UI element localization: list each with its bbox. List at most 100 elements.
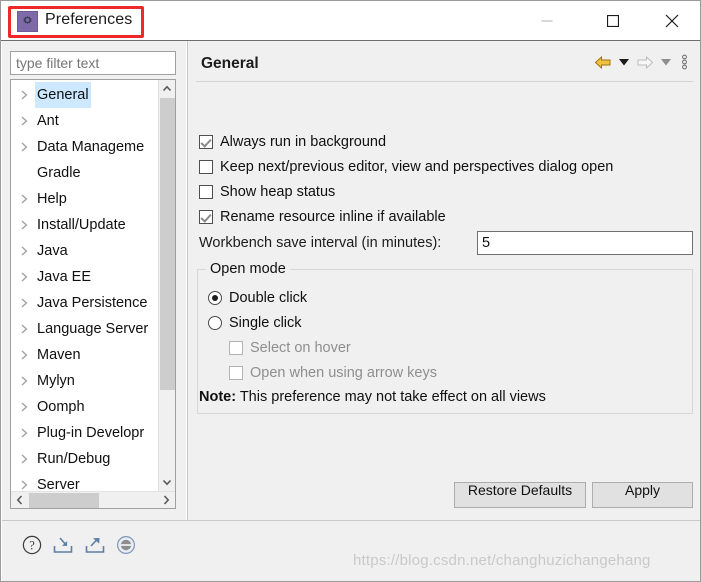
tree-item-label: Java Persistence bbox=[37, 295, 148, 311]
tree-item-language-server[interactable]: Language Server bbox=[11, 316, 157, 342]
chevron-right-icon[interactable] bbox=[20, 220, 29, 230]
scroll-left-button[interactable] bbox=[11, 492, 28, 508]
tree-item-label: Gradle bbox=[37, 165, 81, 181]
tree-vertical-scroll-thumb[interactable] bbox=[160, 98, 175, 390]
chevron-down-icon bbox=[162, 479, 172, 486]
checkbox-always-run-in-background[interactable]: Always run in background bbox=[199, 131, 386, 153]
tree-item-oomph[interactable]: Oomph bbox=[11, 394, 157, 420]
view-menu-button[interactable] bbox=[676, 51, 692, 73]
tree-horizontal-scroll-thumb[interactable] bbox=[29, 493, 99, 508]
save-interval-text: Workbench save interval (in minutes): bbox=[199, 235, 442, 251]
checkbox-box bbox=[199, 160, 213, 174]
tree-item-java-ee[interactable]: Java EE bbox=[11, 264, 157, 290]
close-button[interactable] bbox=[649, 1, 695, 40]
preference-tree[interactable]: General Ant Data Manageme Gradle Help Install… bbox=[10, 79, 176, 509]
preference-page-panel: General Always run in background Keep ne… bbox=[187, 41, 700, 520]
restore-defaults-button[interactable]: Restore Defaults bbox=[454, 482, 586, 508]
forward-history-dropdown[interactable] bbox=[658, 51, 674, 73]
chevron-right-icon[interactable] bbox=[20, 324, 29, 334]
svg-text:?: ? bbox=[29, 539, 35, 553]
checkbox-select-on-hover: Select on hover bbox=[229, 337, 351, 359]
chevron-right-icon[interactable] bbox=[20, 480, 29, 490]
apply-button[interactable]: Apply bbox=[592, 482, 693, 508]
forward-button[interactable] bbox=[634, 51, 656, 73]
dialog-footer: ? Apply and Close bbox=[2, 520, 700, 581]
checkbox-show-heap-status[interactable]: Show heap status bbox=[199, 181, 335, 203]
tree-item-label: Ant bbox=[37, 113, 59, 129]
chevron-right-icon[interactable] bbox=[20, 376, 29, 386]
header-divider bbox=[196, 81, 693, 82]
tree-item-label: Java bbox=[37, 243, 68, 259]
chevron-right-icon[interactable] bbox=[20, 402, 29, 412]
back-button[interactable] bbox=[592, 51, 614, 73]
scroll-down-button[interactable] bbox=[159, 474, 175, 491]
filter-input[interactable] bbox=[10, 51, 176, 75]
tree-horizontal-scrollbar[interactable] bbox=[11, 491, 175, 508]
checkbox-label: Select on hover bbox=[250, 340, 351, 356]
tree-item-label: Data Manageme bbox=[37, 139, 145, 155]
scroll-up-button[interactable] bbox=[159, 80, 175, 97]
chevron-right-icon[interactable] bbox=[20, 116, 29, 126]
import-preferences-button[interactable] bbox=[50, 532, 76, 558]
tree-item-label: Install/Update bbox=[37, 217, 126, 233]
chevron-right-icon[interactable] bbox=[20, 428, 29, 438]
radio-double-click[interactable]: Double click bbox=[208, 287, 307, 309]
window-title: Preferences bbox=[45, 11, 133, 28]
tree-item-label: Plug-in Developr bbox=[37, 425, 145, 441]
radio-single-click[interactable]: Single click bbox=[208, 312, 302, 334]
save-interval-input[interactable] bbox=[477, 231, 693, 255]
chevron-right-icon[interactable] bbox=[20, 142, 29, 152]
tree-item-plug-in-developr[interactable]: Plug-in Developr bbox=[11, 420, 157, 446]
preference-tree-list: General Ant Data Manageme Gradle Help Install… bbox=[11, 82, 157, 508]
oomph-setup-button[interactable] bbox=[113, 532, 139, 558]
radio-button bbox=[208, 316, 222, 330]
note-text: This preference may not take effect on a… bbox=[236, 389, 546, 405]
chevron-right-icon[interactable] bbox=[20, 246, 29, 256]
scroll-right-button[interactable] bbox=[158, 492, 175, 508]
tree-item-ant[interactable]: Ant bbox=[11, 108, 157, 134]
chevron-right-icon[interactable] bbox=[20, 194, 29, 204]
title-bar: Preferences bbox=[1, 1, 700, 41]
page-nav-toolbar bbox=[592, 51, 692, 73]
checkbox-rename-resource-inline[interactable]: Rename resource inline if available bbox=[199, 206, 446, 228]
preference-tree-panel: General Ant Data Manageme Gradle Help Install… bbox=[2, 41, 186, 520]
caret-down-icon bbox=[661, 58, 671, 65]
radio-button bbox=[208, 291, 222, 305]
tree-item-label: Java EE bbox=[37, 269, 91, 285]
chevron-right-icon[interactable] bbox=[20, 350, 29, 360]
export-preferences-button[interactable] bbox=[82, 532, 108, 558]
checkbox-keep-dialog-open[interactable]: Keep next/previous editor, view and pers… bbox=[199, 156, 613, 178]
tree-item-general[interactable]: General bbox=[11, 82, 157, 108]
tree-item-java[interactable]: Java bbox=[11, 238, 157, 264]
chevron-right-icon bbox=[163, 495, 170, 505]
checkbox-label: Rename resource inline if available bbox=[220, 209, 446, 225]
open-mode-legend: Open mode bbox=[206, 261, 290, 277]
tree-item-help[interactable]: Help bbox=[11, 186, 157, 212]
chevron-left-icon bbox=[16, 495, 23, 505]
minimize-icon bbox=[541, 20, 553, 21]
import-icon bbox=[53, 537, 73, 553]
tree-item-run-debug[interactable]: Run/Debug bbox=[11, 446, 157, 472]
checkbox-box bbox=[199, 210, 213, 224]
close-icon bbox=[665, 14, 679, 27]
tree-item-java-persistence[interactable]: Java Persistence bbox=[11, 290, 157, 316]
tree-item-install-update[interactable]: Install/Update bbox=[11, 212, 157, 238]
minimize-button[interactable] bbox=[524, 1, 570, 40]
chevron-right-icon[interactable] bbox=[20, 90, 29, 100]
tree-item-gradle[interactable]: Gradle bbox=[11, 160, 157, 186]
help-button[interactable]: ? bbox=[19, 532, 45, 558]
tree-item-data-manageme[interactable]: Data Manageme bbox=[11, 134, 157, 160]
maximize-button[interactable] bbox=[590, 1, 636, 40]
chevron-right-icon[interactable] bbox=[20, 454, 29, 464]
tree-item-mylyn[interactable]: Mylyn bbox=[11, 368, 157, 394]
forward-arrow-icon bbox=[637, 55, 654, 69]
tree-item-maven[interactable]: Maven bbox=[11, 342, 157, 368]
radio-label: Double click bbox=[229, 290, 308, 306]
back-history-dropdown[interactable] bbox=[616, 51, 632, 73]
export-icon bbox=[85, 537, 105, 553]
chevron-right-icon[interactable] bbox=[20, 298, 29, 308]
tree-vertical-scrollbar[interactable] bbox=[158, 80, 175, 491]
back-arrow-icon bbox=[594, 55, 611, 69]
preferences-dialog: Preferences General Ant Data Manageme Gradl… bbox=[0, 0, 701, 582]
chevron-right-icon[interactable] bbox=[20, 272, 29, 282]
